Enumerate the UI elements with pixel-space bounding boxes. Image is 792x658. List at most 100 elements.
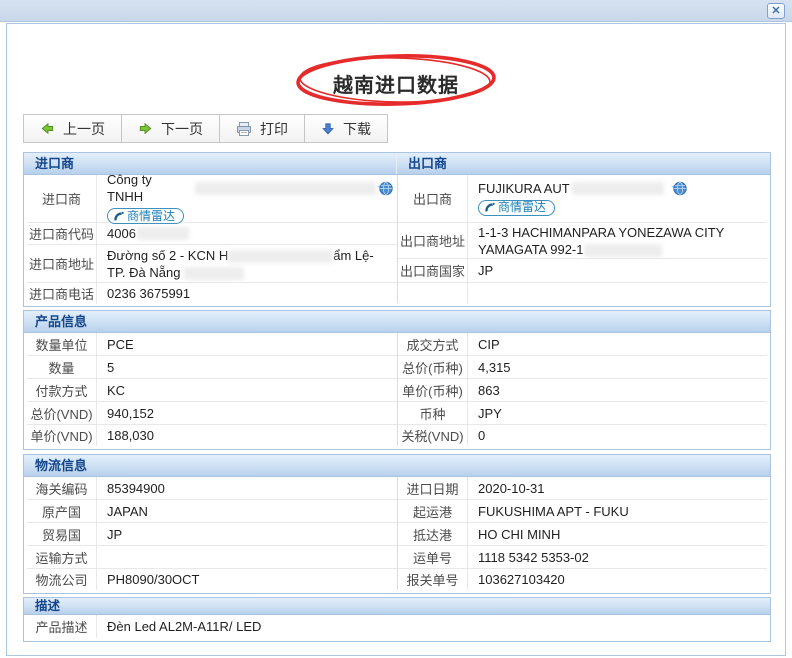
- importer-name-value: Công ty TNHH: [107, 171, 190, 205]
- table-row: 付款方式KC: [27, 379, 397, 402]
- description-label: 产品描述: [27, 615, 97, 638]
- row-value: 188,030: [97, 425, 397, 446]
- arrow-right-icon: [138, 121, 153, 136]
- page-title: 越南进口数据: [291, 69, 501, 98]
- row-value: JPY: [468, 403, 767, 424]
- close-icon: ✕: [771, 5, 780, 17]
- redacted-block: [195, 182, 376, 195]
- exporter-name-value: FUJIKURA AUT: [478, 180, 570, 197]
- table-row: 进口商电话 0236 3675991: [27, 283, 397, 304]
- radar-icon: [484, 202, 495, 213]
- window-titlebar: ✕: [0, 0, 792, 22]
- row-value: 0: [468, 425, 767, 446]
- exporter-radar-badge[interactable]: 商情雷达: [478, 200, 555, 216]
- importer-address-value-3: TP. Đà Nẵng: [107, 265, 180, 280]
- section-parties: 进口商 出口商 进口商 Công ty TNHH: [23, 152, 771, 307]
- row-label: 总价(币种): [398, 356, 468, 378]
- arrow-left-icon: [40, 121, 55, 136]
- table-row: 进口商地址 Đường số 2 - KCN Hẩm Lệ- TP. Đà Nẵ…: [27, 245, 397, 283]
- importer-phone-label: 进口商电话: [27, 283, 97, 304]
- table-row: 贸易国JP: [27, 523, 397, 546]
- logistics-header-label: 物流信息: [24, 455, 87, 476]
- row-value: JP: [97, 524, 397, 545]
- row-label: 贸易国: [27, 523, 97, 545]
- importer-radar-badge[interactable]: 商情雷达: [107, 208, 184, 224]
- redacted-block: [137, 227, 189, 240]
- row-value: PH8090/30OCT: [97, 569, 397, 590]
- importer-code-value: 4006: [107, 225, 136, 242]
- row-value: 2020-10-31: [468, 478, 767, 499]
- row-label: 运输方式: [27, 546, 97, 568]
- row-label: 运单号: [398, 546, 468, 568]
- page-title-block: 越南进口数据: [291, 52, 501, 108]
- row-value: FUKUSHIMA APT - FUKU: [468, 501, 767, 522]
- empty-value: [468, 291, 767, 295]
- section-logistics: 物流信息 海关编码85394900 原产国JAPAN 贸易国JP 运输方式 物流…: [23, 454, 771, 594]
- row-value: PCE: [97, 334, 397, 355]
- row-label: 付款方式: [27, 379, 97, 401]
- importer-table: 进口商 Công ty TNHH: [27, 175, 397, 303]
- table-row: 出口商国家 JP: [398, 259, 767, 283]
- row-label: 关税(VND): [398, 425, 468, 446]
- globe-icon[interactable]: [670, 180, 687, 197]
- product-table-left: 数量单位PCE 数量5 付款方式KC 总价(VND)940,152 单价(VND…: [27, 333, 397, 446]
- row-label: 单价(币种): [398, 379, 468, 401]
- row-value: JAPAN: [97, 501, 397, 522]
- download-arrow-icon: [321, 122, 335, 136]
- product-header: 产品信息: [24, 311, 770, 333]
- table-row: 产品描述 Đèn Led AL2M-A11R/ LED: [27, 615, 767, 638]
- radar-badge-label: 商情雷达: [498, 199, 546, 216]
- download-button[interactable]: 下载: [304, 114, 388, 143]
- prev-page-label: 上一页: [63, 119, 105, 139]
- row-label: 币种: [398, 402, 468, 424]
- row-value: 103627103420: [468, 569, 767, 590]
- row-label: 抵达港: [398, 523, 468, 545]
- row-value: [97, 555, 397, 559]
- next-page-label: 下一页: [161, 119, 203, 139]
- logistics-table-right: 进口日期2020-10-31 起运港FUKUSHIMA APT - FUKU 抵…: [397, 477, 767, 590]
- row-label: 报关单号: [398, 569, 468, 590]
- empty-label: [398, 283, 468, 303]
- product-table-right: 成交方式CIP 总价(币种)4,315 单价(币种)863 币种JPY 关税(V…: [397, 333, 767, 446]
- table-row: 进口日期2020-10-31: [398, 477, 767, 500]
- redacted-block: [584, 244, 662, 257]
- exporter-header: 出口商: [397, 153, 770, 174]
- table-row: 出口商 FUJIKURA AUT: [398, 175, 767, 223]
- row-value: HO CHI MINH: [468, 524, 767, 545]
- description-header: 描述: [24, 598, 770, 615]
- product-header-label: 产品信息: [24, 311, 87, 332]
- print-label: 打印: [260, 119, 288, 139]
- close-button[interactable]: ✕: [767, 3, 785, 19]
- table-row: 单价(VND)188,030: [27, 425, 397, 446]
- table-row: 抵达港HO CHI MINH: [398, 523, 767, 546]
- radar-icon: [113, 211, 124, 222]
- globe-icon[interactable]: [376, 180, 393, 197]
- toolbar: 上一页 下一页 打印 下载: [23, 114, 388, 143]
- exporter-table: 出口商 FUJIKURA AUT: [397, 175, 767, 303]
- prev-page-button[interactable]: 上一页: [23, 114, 122, 143]
- row-label: 海关编码: [27, 477, 97, 499]
- importer-phone-value: 0236 3675991: [97, 283, 397, 304]
- row-label: 物流公司: [27, 569, 97, 590]
- exporter-country-value: JP: [468, 260, 767, 281]
- row-value: 1118 5342 5353-02: [468, 547, 767, 568]
- redacted-block: [228, 250, 333, 263]
- row-label: 原产国: [27, 500, 97, 522]
- table-row: 运单号1118 5342 5353-02: [398, 546, 767, 569]
- table-row: 成交方式CIP: [398, 333, 767, 356]
- table-row: 数量5: [27, 356, 397, 379]
- section-description: 描述 产品描述 Đèn Led AL2M-A11R/ LED: [23, 597, 771, 642]
- table-row: 报关单号103627103420: [398, 569, 767, 590]
- section-product: 产品信息 数量单位PCE 数量5 付款方式KC 总价(VND)940,152 单…: [23, 310, 771, 450]
- next-page-button[interactable]: 下一页: [121, 114, 220, 143]
- print-button[interactable]: 打印: [219, 114, 305, 143]
- table-row: 物流公司PH8090/30OCT: [27, 569, 397, 590]
- row-label: 数量: [27, 356, 97, 378]
- table-row: 出口商地址 1-1-3 HACHIMANPARA YONEZAWA CITY Y…: [398, 223, 767, 259]
- row-value: 863: [468, 380, 767, 401]
- row-value: CIP: [468, 334, 767, 355]
- row-label: 单价(VND): [27, 425, 97, 446]
- importer-address-value-1: Đường số 2 - KCN H: [107, 248, 228, 263]
- importer-name-label: 进口商: [27, 175, 97, 222]
- exporter-address-label: 出口商地址: [398, 223, 468, 258]
